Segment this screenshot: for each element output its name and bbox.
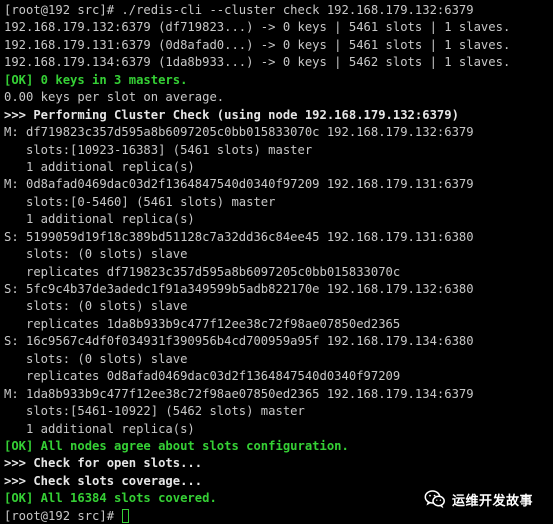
terminal-line-text: >>> Check for open slots... — [4, 456, 203, 471]
terminal-line: slots:[10923-16383] (5461 slots) master — [4, 142, 553, 159]
terminal-line: slots:[5461-10922] (5462 slots) master — [4, 403, 553, 420]
terminal-line-text: 1 additional replica(s) — [4, 212, 195, 227]
terminal-line: replicates df719823c357d595a8b6097205c0b… — [4, 264, 553, 281]
terminal-line: slots:[0-5460] (5461 slots) master — [4, 194, 553, 211]
terminal-line: slots: (0 slots) slave — [4, 351, 553, 368]
terminal-line-text: M: df719823c357d595a8b6097205c0bb0158330… — [4, 125, 474, 140]
terminal-line-text: replicates 1da8b933b9c477f12ee38c72f98ae… — [4, 316, 401, 331]
terminal-line: M: df719823c357d595a8b6097205c0bb0158330… — [4, 124, 553, 141]
terminal-line-text: 192.168.179.132:6379 (df719823...) -> 0 … — [4, 20, 511, 35]
terminal-line-text: 0.00 keys per slot on average. — [4, 90, 225, 105]
terminal-line: replicates 0d8afad0469dac03d2f1364847540… — [4, 368, 553, 385]
terminal-line: slots: (0 slots) slave — [4, 298, 553, 315]
terminal-line-text: M: 0d8afad0469dac03d2f1364847540d0340f97… — [4, 177, 474, 192]
cursor — [122, 508, 130, 523]
terminal-line-text: replicates 0d8afad0469dac03d2f1364847540… — [4, 369, 401, 384]
terminal-line: >>> Performing Cluster Check (using node… — [4, 107, 553, 124]
terminal-line-text: slots: (0 slots) slave — [4, 247, 188, 262]
terminal-line: M: 0d8afad0469dac03d2f1364847540d0340f97… — [4, 176, 553, 193]
terminal-line: 1 additional replica(s) — [4, 211, 553, 228]
terminal-line: >>> Check for open slots... — [4, 455, 553, 472]
terminal-line: S: 5fc9c4b37de3adedc1f91a349599b5adb8221… — [4, 281, 553, 298]
terminal-line: 192.168.179.134:6379 (1da8b933...) -> 0 … — [4, 54, 553, 71]
terminal-line: 1 additional replica(s) — [4, 159, 553, 176]
wechat-icon — [424, 490, 445, 509]
terminal-line: 192.168.179.131:6379 (0d8afad0...) -> 0 … — [4, 37, 553, 54]
terminal-line-text: S: 16c9567c4df0f034931f390956b4cd700959a… — [4, 334, 474, 349]
terminal-line-text: slots: (0 slots) slave — [4, 299, 188, 314]
terminal-line-text: [OK] All 16384 slots covered. — [4, 491, 217, 506]
terminal-line-text: >>> Check slots coverage... — [4, 473, 203, 488]
terminal-line-text: slots:[10923-16383] (5461 slots) master — [4, 142, 313, 157]
terminal-line-text: replicates df719823c357d595a8b6097205c0b… — [4, 264, 401, 279]
terminal-line: 1 additional replica(s) — [4, 421, 553, 438]
terminal-line: replicates 1da8b933b9c477f12ee38c72f98ae… — [4, 316, 553, 333]
terminal-line-text: slots:[0-5460] (5461 slots) master — [4, 194, 276, 209]
terminal-output: [root@192 src]# ./redis-cli --cluster ch… — [4, 2, 553, 524]
terminal-line: S: 16c9567c4df0f034931f390956b4cd700959a… — [4, 333, 553, 350]
terminal-line: [OK] All nodes agree about slots configu… — [4, 438, 553, 455]
terminal-line-text: 1 additional replica(s) — [4, 421, 195, 436]
terminal-line-text: slots:[5461-10922] (5462 slots) master — [4, 404, 305, 419]
terminal-line-text: 1 additional replica(s) — [4, 159, 195, 174]
terminal-line: [root@192 src]# ./redis-cli --cluster ch… — [4, 2, 553, 19]
watermark-text: 运维开发故事 — [452, 493, 534, 509]
terminal-line-text: [OK] All nodes agree about slots configu… — [4, 438, 349, 453]
terminal-window[interactable]: [root@192 src]# ./redis-cli --cluster ch… — [0, 0, 553, 524]
terminal-line-text: [root@192 src]# ./redis-cli --cluster ch… — [4, 3, 474, 17]
terminal-line: M: 1da8b933b9c477f12ee38c72f98ae07850ed2… — [4, 386, 553, 403]
terminal-line-text: S: 5fc9c4b37de3adedc1f91a349599b5adb8221… — [4, 282, 474, 296]
terminal-line-text: S: 5199059d19f18c389bd51128c7a32dd36c84e… — [4, 229, 474, 244]
watermark: 运维开发故事 — [424, 486, 533, 512]
terminal-line: S: 5199059d19f18c389bd51128c7a32dd36c84e… — [4, 229, 553, 246]
terminal-line-text: >>> Performing Cluster Check (using node… — [4, 107, 459, 122]
terminal-line-text: slots: (0 slots) slave — [4, 351, 188, 366]
terminal-line: [OK] 0 keys in 3 masters. — [4, 72, 553, 89]
terminal-line: slots: (0 slots) slave — [4, 246, 553, 263]
terminal-line: 0.00 keys per slot on average. — [4, 89, 553, 106]
terminal-line-text: M: 1da8b933b9c477f12ee38c72f98ae07850ed2… — [4, 386, 474, 401]
terminal-line-text: 192.168.179.134:6379 (1da8b933...) -> 0 … — [4, 55, 511, 70]
terminal-line-text: 192.168.179.131:6379 (0d8afad0...) -> 0 … — [4, 37, 511, 52]
terminal-line: 192.168.179.132:6379 (df719823...) -> 0 … — [4, 19, 553, 36]
terminal-line-text: [OK] 0 keys in 3 masters. — [4, 72, 188, 87]
terminal-line-text: [root@192 src]# — [4, 508, 122, 523]
